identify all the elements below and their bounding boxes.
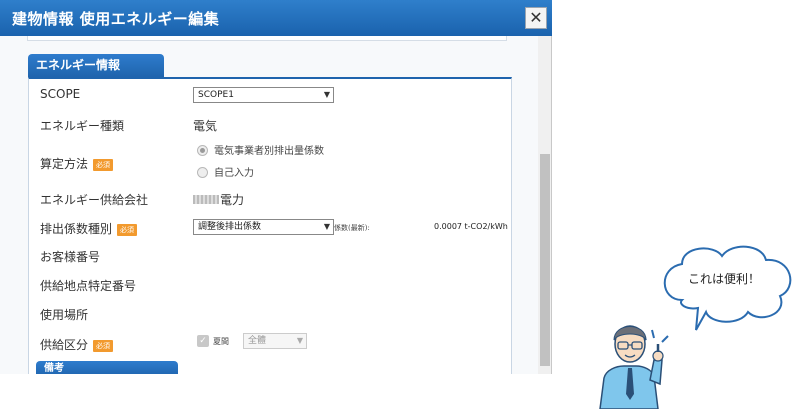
dialog-titlebar: 建物情報 使用エネルギー編集 ✕ [0,0,552,36]
calc-option-utility-label: 電気事業者別排出量係数 [214,146,324,157]
chevron-down-icon: ▼ [323,90,330,99]
use-place-label: 使用場所 [40,308,89,322]
supply-class-select-value: 全體 [248,336,267,346]
required-badge: 必須 [93,159,114,171]
scope-label: SCOPE [40,87,81,101]
required-badge: 必須 [117,224,138,236]
close-button[interactable]: ✕ [525,7,547,29]
scope-select-value: SCOPE1 [198,90,234,100]
calc-method-label: 算定方法 必須 [40,155,114,172]
emission-type-select[interactable]: 調整後排出係数 ▼ [193,219,334,235]
redacted-text [193,195,219,204]
scrollbar-thumb[interactable] [540,154,550,366]
energy-edit-dialog: 建物情報 使用エネルギー編集 ✕ エネルギー情報 SCOPE SCOPE1 ▼ … [0,0,552,374]
speech-bubble [663,245,792,331]
section-tab-remarks: 備考 [36,361,178,374]
speech-bubble-text: これは便利！ [688,272,761,286]
coefficient-value: 0.0007 t-CO2/kWh [434,222,508,231]
supply-class-check-label: 夏間 [213,337,229,346]
section-tab-energy-info: エネルギー情報 [28,54,164,77]
dialog-edge [551,36,552,374]
dialog-title: 建物情報 使用エネルギー編集 [12,10,220,28]
scope-select[interactable]: SCOPE1 ▼ [193,87,334,103]
calc-option-utility[interactable]: 電気事業者別排出量係数 [197,142,324,157]
coefficient-label: 係数(最新): [334,224,370,232]
energy-type-value: 電気 [193,119,218,133]
required-badge: 必須 [93,340,114,352]
calc-option-manual[interactable]: 自己入力 [197,164,254,179]
close-icon: ✕ [529,8,543,27]
supply-class-label: 供給区分 必須 [40,336,114,353]
emission-type-select-value: 調整後排出係数 [198,222,262,232]
supplier-label: エネルギー供給会社 [40,193,149,207]
supplier-value-text: 電力 [220,193,245,207]
supply-class-label-text: 供給区分 [40,338,89,352]
energy-type-label: エネルギー種類 [40,119,125,133]
calc-option-manual-label: 自己入力 [214,168,254,179]
radio-selected-icon [197,145,208,156]
emission-type-label-text: 排出係数種別 [40,222,113,236]
checkmark-icon: ✓ [199,336,207,346]
radio-unselected-icon [197,167,208,178]
supplier-value: 電力 [193,191,244,208]
supply-class-checkbox[interactable]: ✓ [197,335,209,347]
vertical-scrollbar[interactable] [538,36,552,374]
chevron-down-icon: ▼ [323,222,330,231]
supply-point-label: 供給地点特定番号 [40,279,137,293]
previous-section-frame [27,36,507,41]
emission-type-label: 排出係数種別 必須 [40,220,138,237]
supply-class-select[interactable]: 全體 ▼ [243,333,307,349]
person-illustration-icon [599,325,669,409]
chevron-down-icon: ▼ [296,336,303,345]
customer-number-label: お客様番号 [40,250,101,264]
calc-method-label-text: 算定方法 [40,157,89,171]
